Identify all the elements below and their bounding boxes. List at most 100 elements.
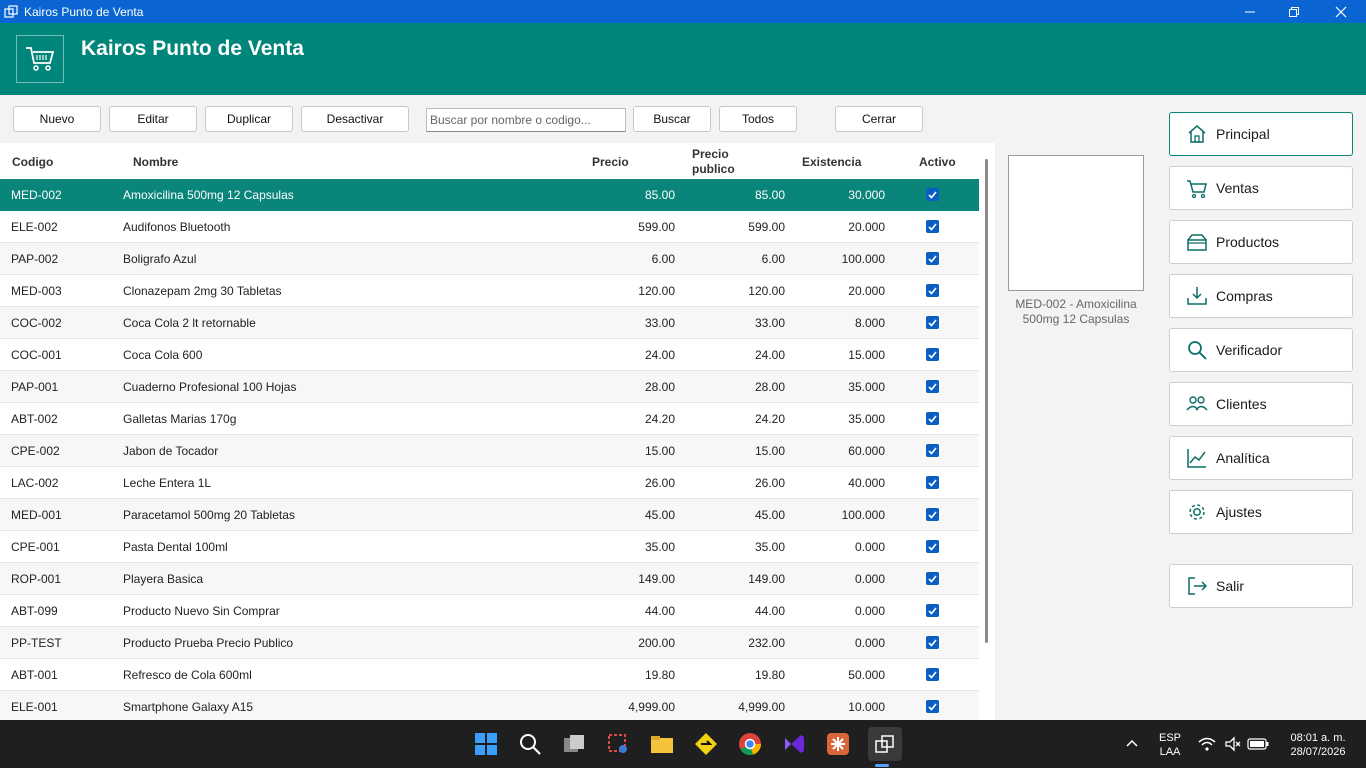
start-button[interactable] [472,730,500,758]
active-checkbox[interactable] [926,540,940,554]
header-activo[interactable]: Activo [919,155,956,169]
active-checkbox[interactable] [926,316,940,330]
table-row[interactable]: CPE-002 Jabon de Tocador 15.00 15.00 60.000 [0,435,979,467]
wifi-status[interactable] [1196,730,1218,758]
table-row[interactable]: PAP-002 Boligrafo Azul 6.00 6.00 100.000 [0,243,979,275]
table-row[interactable]: ELE-001 Smartphone Galaxy A15 4,999.00 4,99… [0,691,979,720]
table-row[interactable]: ROP-001 Playera Basica 149.00 149.00 0.000 [0,563,979,595]
clock-date: 28/07/2026 [1290,746,1346,758]
sidebar-item-productos[interactable]: Productos [1169,220,1353,264]
table-row[interactable]: ABT-002 Galletas Marias 170g 24.20 24.20 35.… [0,403,979,435]
table-row[interactable]: CPE-001 Pasta Dental 100ml 35.00 35.00 0.000 [0,531,979,563]
kairos-taskbar-button[interactable] [868,727,902,761]
header-codigo[interactable]: Codigo [12,155,53,169]
battery-status[interactable] [1246,730,1270,758]
table-row[interactable]: MED-002 Amoxicilina 500mg 12 Capsulas 85.0… [0,179,979,211]
chrome-button[interactable] [736,730,764,758]
search-input[interactable]: Buscar por nombre o codigo... [426,108,626,132]
asterisk-icon [827,733,849,755]
table-row[interactable]: COC-002 Coca Cola 2 lt retornable 33.00 33.… [0,307,979,339]
table-row[interactable]: COC-001 Coca Cola 600 24.00 24.00 15.000 [0,339,979,371]
header-precio[interactable]: Precio [592,155,629,169]
restore-button[interactable] [1271,0,1317,23]
shopping-cart-logo-icon [26,47,55,71]
table-row[interactable]: MED-003 Clonazepam 2mg 30 Tabletas 120.00 1… [0,275,979,307]
sidebar-item-verificador[interactable]: Verificador [1169,328,1353,372]
table-row[interactable]: ABT-099 Producto Nuevo Sin Comprar 44.00 44… [0,595,979,627]
active-checkbox[interactable] [926,380,940,394]
close-window-button[interactable] [1318,0,1364,23]
cell-precio: 85.00 [644,187,675,202]
cell-precio-publico: 6.00 [761,251,785,266]
sidebar-item-ajustes[interactable]: Ajustes [1169,490,1353,534]
all-button[interactable]: Todos [719,106,797,132]
sidebar-item-label: Compras [1216,288,1273,304]
app-name: Kairos Punto de Venta [81,37,304,60]
clock[interactable]: 08:01 a. m. 28/07/2026 [1278,731,1358,759]
cell-existencia: 40.000 [848,475,885,490]
active-checkbox[interactable] [926,700,940,714]
cell-nombre: Audifonos Bluetooth [123,219,231,234]
minimize-button[interactable] [1227,0,1273,23]
cell-existencia: 35.000 [848,379,885,394]
new-button[interactable]: Nuevo [13,106,101,132]
search-button[interactable]: Buscar [633,106,711,132]
window-title: Kairos Punto de Venta [24,4,144,19]
table-row[interactable]: LAC-002 Leche Entera 1L 26.00 26.00 40.000 [0,467,979,499]
table-row[interactable]: PP-TEST Producto Prueba Precio Publico 200… [0,627,979,659]
file-explorer-button[interactable] [648,730,676,758]
cell-codigo: ABT-002 [11,411,58,426]
header-existencia[interactable]: Existencia [802,155,861,169]
active-checkbox[interactable] [926,636,940,650]
active-checkbox[interactable] [926,412,940,426]
app-orange-button[interactable] [824,730,852,758]
snipping-tool-icon [608,734,627,753]
search-icon [1186,339,1208,361]
table-scrollbar[interactable] [985,159,988,643]
sidebar-item-principal[interactable]: Principal [1169,112,1353,156]
active-checkbox[interactable] [926,252,940,266]
gear-icon [1186,501,1208,523]
app-yellow-button[interactable] [692,730,720,758]
table-row[interactable]: ABT-001 Refresco de Cola 600ml 19.80 19.80 5… [0,659,979,691]
active-checkbox[interactable] [926,444,940,458]
header-precio-publico-line2[interactable]: publico [692,162,735,176]
sidebar-item-analitica[interactable]: Analítica [1169,436,1353,480]
table-row[interactable]: MED-001 Paracetamol 500mg 20 Tabletas 45.0… [0,499,979,531]
checkbox-checked-icon [926,284,939,297]
active-checkbox[interactable] [926,572,940,586]
volume-status[interactable] [1222,730,1244,758]
active-checkbox[interactable] [926,348,940,362]
language-indicator[interactable]: ESP LAA [1156,731,1184,759]
edit-button[interactable]: Editar [109,106,197,132]
active-checkbox[interactable] [926,284,940,298]
clock-time: 08:01 a. m. [1290,732,1346,744]
taskbar-search-button[interactable] [516,730,544,758]
cell-existencia: 60.000 [848,443,885,458]
active-checkbox[interactable] [926,668,940,682]
active-checkbox[interactable] [926,188,940,202]
active-checkbox[interactable] [926,604,940,618]
header-nombre[interactable]: Nombre [133,155,178,169]
checkbox-checked-icon [926,668,939,681]
sidebar-item-compras[interactable]: Compras [1169,274,1353,318]
sidebar-item-salir[interactable]: Salir [1169,564,1353,608]
active-checkbox[interactable] [926,220,940,234]
show-hidden-icons-button[interactable] [1120,730,1144,758]
sidebar-item-ventas[interactable]: Ventas [1169,166,1353,210]
close-button[interactable]: Cerrar [835,106,923,132]
sidebar-item-clientes[interactable]: Clientes [1169,382,1353,426]
deactivate-button[interactable]: Desactivar [301,106,409,132]
cell-precio-publico: 19.80 [754,667,785,682]
task-view-button[interactable] [560,730,588,758]
header-precio-publico-line1[interactable]: Precio [692,147,729,161]
snipping-tool-button[interactable] [604,730,632,758]
cell-precio-publico: 24.20 [754,411,785,426]
active-checkbox[interactable] [926,508,940,522]
active-checkbox[interactable] [926,476,940,490]
visual-studio-button[interactable] [780,730,808,758]
cell-nombre: Playera Basica [123,571,204,586]
table-row[interactable]: PAP-001 Cuaderno Profesional 100 Hojas 28.… [0,371,979,403]
table-row[interactable]: ELE-002 Audifonos Bluetooth 599.00 599.00 20… [0,211,979,243]
duplicate-button[interactable]: Duplicar [205,106,293,132]
